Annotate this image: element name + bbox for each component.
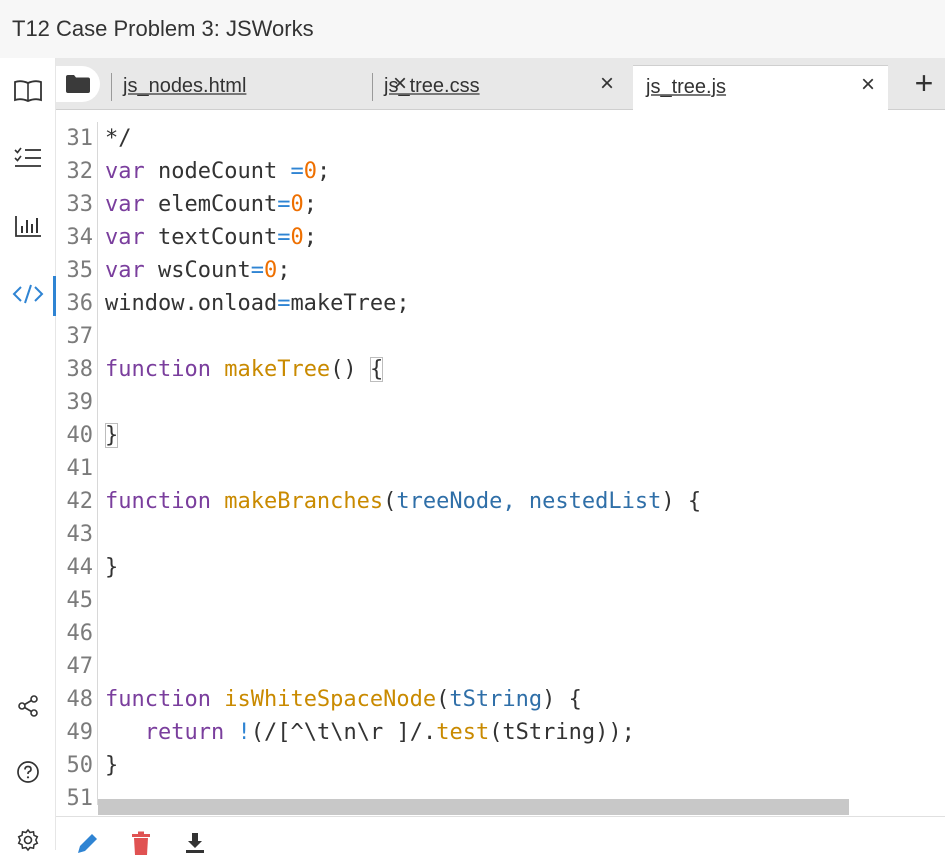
tab-close-icon[interactable]: × <box>855 71 881 98</box>
tab-bar: js_nodes.html × js_tree.css × js_tree.js… <box>56 58 945 110</box>
line-number: 33 <box>66 192 94 217</box>
code-icon[interactable] <box>0 276 56 316</box>
bottom-toolbar <box>56 816 945 855</box>
line-number: 31 <box>66 126 94 151</box>
tab-js-tree-css[interactable]: js_tree.css × <box>372 65 632 110</box>
tab-label: js_nodes.html <box>123 75 247 97</box>
add-tab-button[interactable]: + <box>904 63 944 103</box>
code-line: 37 <box>56 320 945 353</box>
line-number: 36 <box>66 291 94 316</box>
code-line: 41 <box>56 452 945 485</box>
code-line: 36 window.onload=makeTree; <box>56 287 945 320</box>
code-line: 49 return !(/[^\t\n\r ]/.test(tString)); <box>56 716 945 749</box>
code-line: 31 */ <box>56 122 945 155</box>
line-number: 50 <box>66 753 94 778</box>
line-number: 32 <box>66 159 94 184</box>
folder-button[interactable] <box>56 66 100 102</box>
code-line: 43 <box>56 518 945 551</box>
code-line: 48 function isWhiteSpaceNode(tString) { <box>56 683 945 716</box>
tab-close-icon[interactable]: × <box>594 70 620 97</box>
title-bar: T12 Case Problem 3: JSWorks <box>0 0 945 58</box>
line-number: 35 <box>66 258 94 283</box>
code-line: 35 var wsCount=0; <box>56 254 945 287</box>
line-number: 37 <box>66 324 94 349</box>
line-number: 49 <box>66 720 94 745</box>
code-line: 34 var textCount=0; <box>56 221 945 254</box>
code-line: 46 <box>56 617 945 650</box>
line-number: 39 <box>66 390 94 415</box>
tab-label: js_tree.css <box>384 75 480 97</box>
checklist-icon[interactable] <box>0 140 56 176</box>
line-number: 45 <box>66 588 94 613</box>
code-line: 42 function makeBranches(treeNode, neste… <box>56 485 945 518</box>
horizontal-scrollbar[interactable] <box>98 799 849 815</box>
code-line: 33 var elemCount=0; <box>56 188 945 221</box>
window-title: T12 Case Problem 3: JSWorks <box>12 16 314 41</box>
code-line: 44 } <box>56 551 945 584</box>
folder-icon <box>66 75 90 93</box>
help-icon[interactable] <box>0 754 56 790</box>
line-number: 41 <box>66 456 94 481</box>
code-line: 40 } <box>56 419 945 452</box>
line-number: 40 <box>66 423 94 448</box>
book-icon[interactable] <box>0 73 56 109</box>
code-line: 32 var nodeCount =0; <box>56 155 945 188</box>
settings-icon[interactable] <box>0 822 56 858</box>
line-number: 51 <box>66 786 94 811</box>
download-icon[interactable] <box>182 831 208 855</box>
tab-js-tree-js[interactable]: js_tree.js × <box>633 65 888 110</box>
code-line: 47 <box>56 650 945 683</box>
bar-chart-icon[interactable] <box>0 208 56 244</box>
pencil-icon[interactable] <box>74 831 100 855</box>
line-number: 34 <box>66 225 94 250</box>
line-number: 38 <box>66 357 94 382</box>
line-number: 47 <box>66 654 94 679</box>
trash-icon[interactable] <box>128 831 154 855</box>
sidebar <box>0 58 56 852</box>
line-number: 42 <box>66 489 94 514</box>
tab-label: js_tree.js <box>646 76 727 98</box>
code-line: 50 } <box>56 749 945 782</box>
line-number: 44 <box>66 555 94 580</box>
code-editor[interactable]: 31 */ 32 var nodeCount =0; 33 var elemCo… <box>56 122 945 816</box>
share-icon[interactable] <box>0 688 56 724</box>
line-number: 43 <box>66 522 94 547</box>
tab-js-nodes-html[interactable]: js_nodes.html × <box>111 65 407 110</box>
code-line: 39 <box>56 386 945 419</box>
code-line: 38 function makeTree() { <box>56 353 945 386</box>
code-line: 45 <box>56 584 945 617</box>
line-number: 46 <box>66 621 94 646</box>
line-number: 48 <box>66 687 94 712</box>
